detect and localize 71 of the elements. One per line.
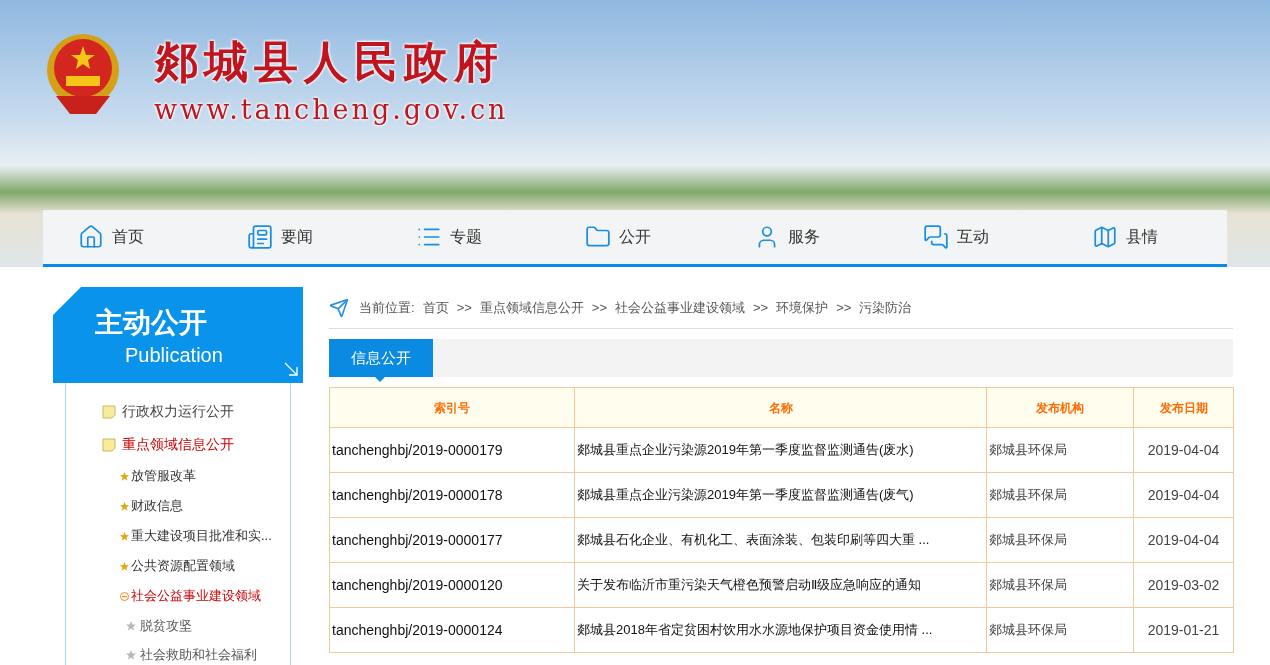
sidebar-subitem[interactable]: 脱贫攻坚 bbox=[140, 615, 192, 636]
document-title-link[interactable]: 郯城县2018年省定贫困村饮用水水源地保护项目资金使用情 ... bbox=[574, 607, 987, 653]
star-icon bbox=[120, 561, 129, 571]
sidebar-item[interactable]: 重点领域信息公开 bbox=[122, 434, 234, 455]
table-cell: 郯城县环保局 bbox=[986, 517, 1134, 563]
breadcrumb-separator: >> bbox=[456, 298, 472, 317]
sidebar-subitem[interactable]: 社会救助和社会福利 bbox=[140, 644, 257, 665]
breadcrumb-separator: >> bbox=[753, 298, 769, 317]
document-title-link[interactable]: 郯城县重点企业污染源2019年第一季度监督监测通告(废气) bbox=[574, 472, 987, 518]
arrow-icon bbox=[283, 361, 299, 377]
sidebar-item[interactable]: 行政权力运行公开 bbox=[122, 401, 234, 422]
table-cell: 2019-03-02 bbox=[1133, 562, 1234, 608]
table-cell: 郯城县环保局 bbox=[986, 562, 1134, 608]
sidebar-subtitle: Publication bbox=[124, 343, 224, 368]
column-header: 索引号 bbox=[329, 387, 575, 428]
sidebar-subitem[interactable]: 财政信息 bbox=[131, 496, 183, 516]
nav-link[interactable]: 互动 bbox=[923, 224, 1024, 250]
home-icon bbox=[77, 224, 104, 250]
folder-icon bbox=[585, 224, 611, 250]
table-cell: 2019-01-21 bbox=[1133, 607, 1234, 653]
star-icon bbox=[120, 501, 129, 511]
nav-link[interactable]: 服务 bbox=[754, 224, 855, 250]
table-cell: 郯城县环保局 bbox=[986, 427, 1134, 473]
column-header: 发布机构 bbox=[986, 387, 1134, 428]
breadcrumb-link[interactable]: 污染防治 bbox=[859, 297, 912, 318]
note-icon bbox=[102, 437, 116, 452]
minus-icon bbox=[120, 591, 129, 601]
site-title: 郯城县人民政府 bbox=[154, 35, 505, 89]
note-icon bbox=[102, 404, 116, 419]
nav-link[interactable]: 要闻 bbox=[246, 224, 347, 250]
document-title-link[interactable]: 关于发布临沂市重污染天气橙色预警启动Ⅱ级应急响应的通知 bbox=[574, 562, 987, 608]
breadcrumb-separator: >> bbox=[591, 298, 607, 317]
nav-link[interactable]: 首页 bbox=[77, 224, 178, 250]
sidebar-subitem[interactable]: 放管服改革 bbox=[131, 466, 196, 486]
nav-link[interactable]: 公开 bbox=[585, 224, 685, 250]
map-icon bbox=[1092, 224, 1119, 250]
breadcrumb-link[interactable]: 首页 bbox=[422, 297, 449, 318]
paper-plane-icon bbox=[329, 297, 349, 318]
column-header: 发布日期 bbox=[1133, 387, 1234, 428]
table-cell: tanchenghbj/2019-0000178 bbox=[329, 472, 575, 518]
site-url: www.tancheng.gov.cn bbox=[154, 93, 509, 127]
sidebar-subitem[interactable]: 重大建设项目批准和实... bbox=[131, 526, 272, 546]
star-icon bbox=[120, 471, 129, 481]
sidebar-subitem[interactable]: 社会公益事业建设领域 bbox=[131, 586, 261, 606]
tab-pointer bbox=[375, 377, 385, 382]
document-title-link[interactable]: 郯城县重点企业污染源2019年第一季度监督监测通告(废水) bbox=[574, 427, 987, 473]
table-cell: tanchenghbj/2019-0000120 bbox=[329, 562, 575, 608]
nav-link[interactable]: 县情 bbox=[1092, 224, 1193, 250]
table-cell: 郯城县环保局 bbox=[986, 607, 1134, 653]
breadcrumb-link[interactable]: 社会公益事业建设领域 bbox=[615, 297, 745, 318]
breadcrumb-separator: >> bbox=[836, 298, 852, 317]
table-cell: 2019-04-04 bbox=[1133, 472, 1234, 518]
table-cell: 2019-04-04 bbox=[1133, 517, 1234, 563]
document-title-link[interactable]: 郯城县石化企业、有机化工、表面涂装、包装印刷等四大重 ... bbox=[574, 517, 987, 563]
nav-link[interactable]: 专题 bbox=[415, 224, 516, 250]
breadcrumb-label: 当前位置: bbox=[359, 298, 415, 317]
chat-icon bbox=[923, 224, 950, 250]
table-cell: 2019-04-04 bbox=[1133, 427, 1234, 473]
sidebar-subitem[interactable]: 公共资源配置领域 bbox=[131, 556, 235, 576]
breadcrumb-link[interactable]: 重点领域信息公开 bbox=[479, 297, 584, 318]
table-cell: tanchenghbj/2019-0000179 bbox=[329, 427, 575, 473]
table-cell: tanchenghbj/2019-0000177 bbox=[329, 517, 575, 563]
star-icon bbox=[126, 620, 136, 631]
column-header: 名称 bbox=[574, 387, 987, 428]
star-icon bbox=[126, 649, 136, 660]
table-cell: 郯城县环保局 bbox=[986, 472, 1134, 518]
star-icon bbox=[120, 531, 129, 541]
breadcrumb-link[interactable]: 环境保护 bbox=[776, 297, 829, 318]
sidebar-title: 主动公开 bbox=[95, 306, 208, 340]
table-cell: tanchenghbj/2019-0000124 bbox=[329, 607, 575, 653]
newspaper-icon bbox=[246, 224, 273, 250]
